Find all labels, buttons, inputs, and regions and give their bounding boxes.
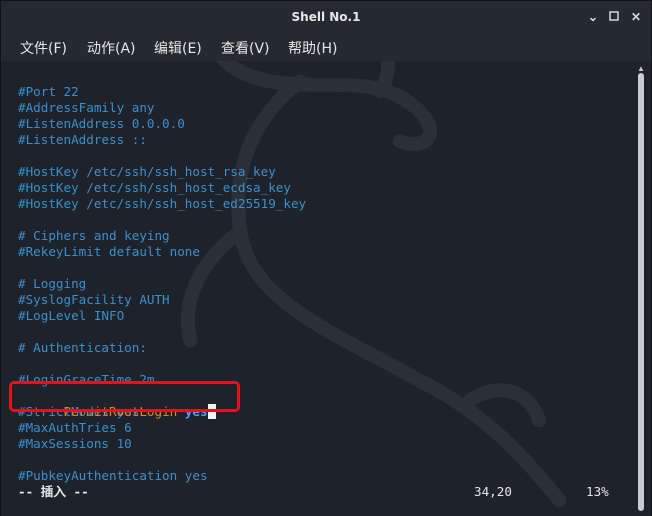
terminal-line: #HostKey /etc/ssh/ssh_host_rsa_key: [18, 164, 276, 179]
terminal-line: #LogLevel INFO: [18, 308, 125, 323]
terminal-line: #ListenAddress 0.0.0.0: [18, 116, 185, 131]
scrollbar-thumb[interactable]: [638, 73, 644, 511]
title-bar[interactable]: Shell No.1 ⌄ ✕: [1, 1, 651, 33]
menu-bar: 文件(F) 动作(A) 编辑(E) 查看(V) 帮助(H): [1, 33, 651, 61]
terminal-line: #HostKey /etc/ssh/ssh_host_ecdsa_key: [18, 180, 291, 195]
maximize-icon[interactable]: [606, 9, 622, 25]
menu-action[interactable]: 动作(A): [87, 38, 136, 58]
terminal-line: #AddressFamily any: [18, 100, 155, 115]
close-icon[interactable]: ✕: [628, 9, 644, 25]
terminal-line: #ListenAddress ::: [18, 132, 147, 147]
terminal-line: #Port 22: [18, 84, 79, 99]
terminal-window: Shell No.1 ⌄ ✕ 文件(F) 动作(A) 编辑(E) 查看(V) 帮…: [0, 0, 652, 516]
terminal-line: # Authentication:: [18, 340, 147, 355]
menu-edit[interactable]: 编辑(E): [154, 38, 202, 58]
terminal-area[interactable]: #Port 22 #AddressFamily any #ListenAddress…: [1, 61, 651, 516]
terminal-line: #RekeyLimit default none: [18, 244, 200, 259]
terminal-line: #MaxSessions 10: [18, 436, 132, 451]
scroll-up-icon[interactable]: ▲: [637, 65, 645, 73]
menu-view[interactable]: 查看(V): [221, 38, 270, 58]
window-title: Shell No.1: [291, 10, 361, 24]
menu-help[interactable]: 帮助(H): [288, 38, 337, 58]
scroll-percent: 13%: [586, 484, 609, 499]
terminal-line: # Ciphers and keying: [18, 228, 170, 243]
cursor-position: 34,20: [474, 484, 512, 499]
vim-mode-indicator: -- 插入 --: [18, 484, 89, 499]
highlight-box: [9, 381, 240, 412]
minimize-icon[interactable]: ⌄: [585, 9, 601, 25]
terminal-line: # Logging: [18, 276, 87, 291]
menu-file[interactable]: 文件(F): [20, 38, 67, 58]
terminal-line: #PubkeyAuthentication yes: [18, 468, 208, 483]
terminal-line: #HostKey /etc/ssh/ssh_host_ed25519_key: [18, 196, 307, 211]
terminal-line: #SyslogFacility AUTH: [18, 292, 170, 307]
